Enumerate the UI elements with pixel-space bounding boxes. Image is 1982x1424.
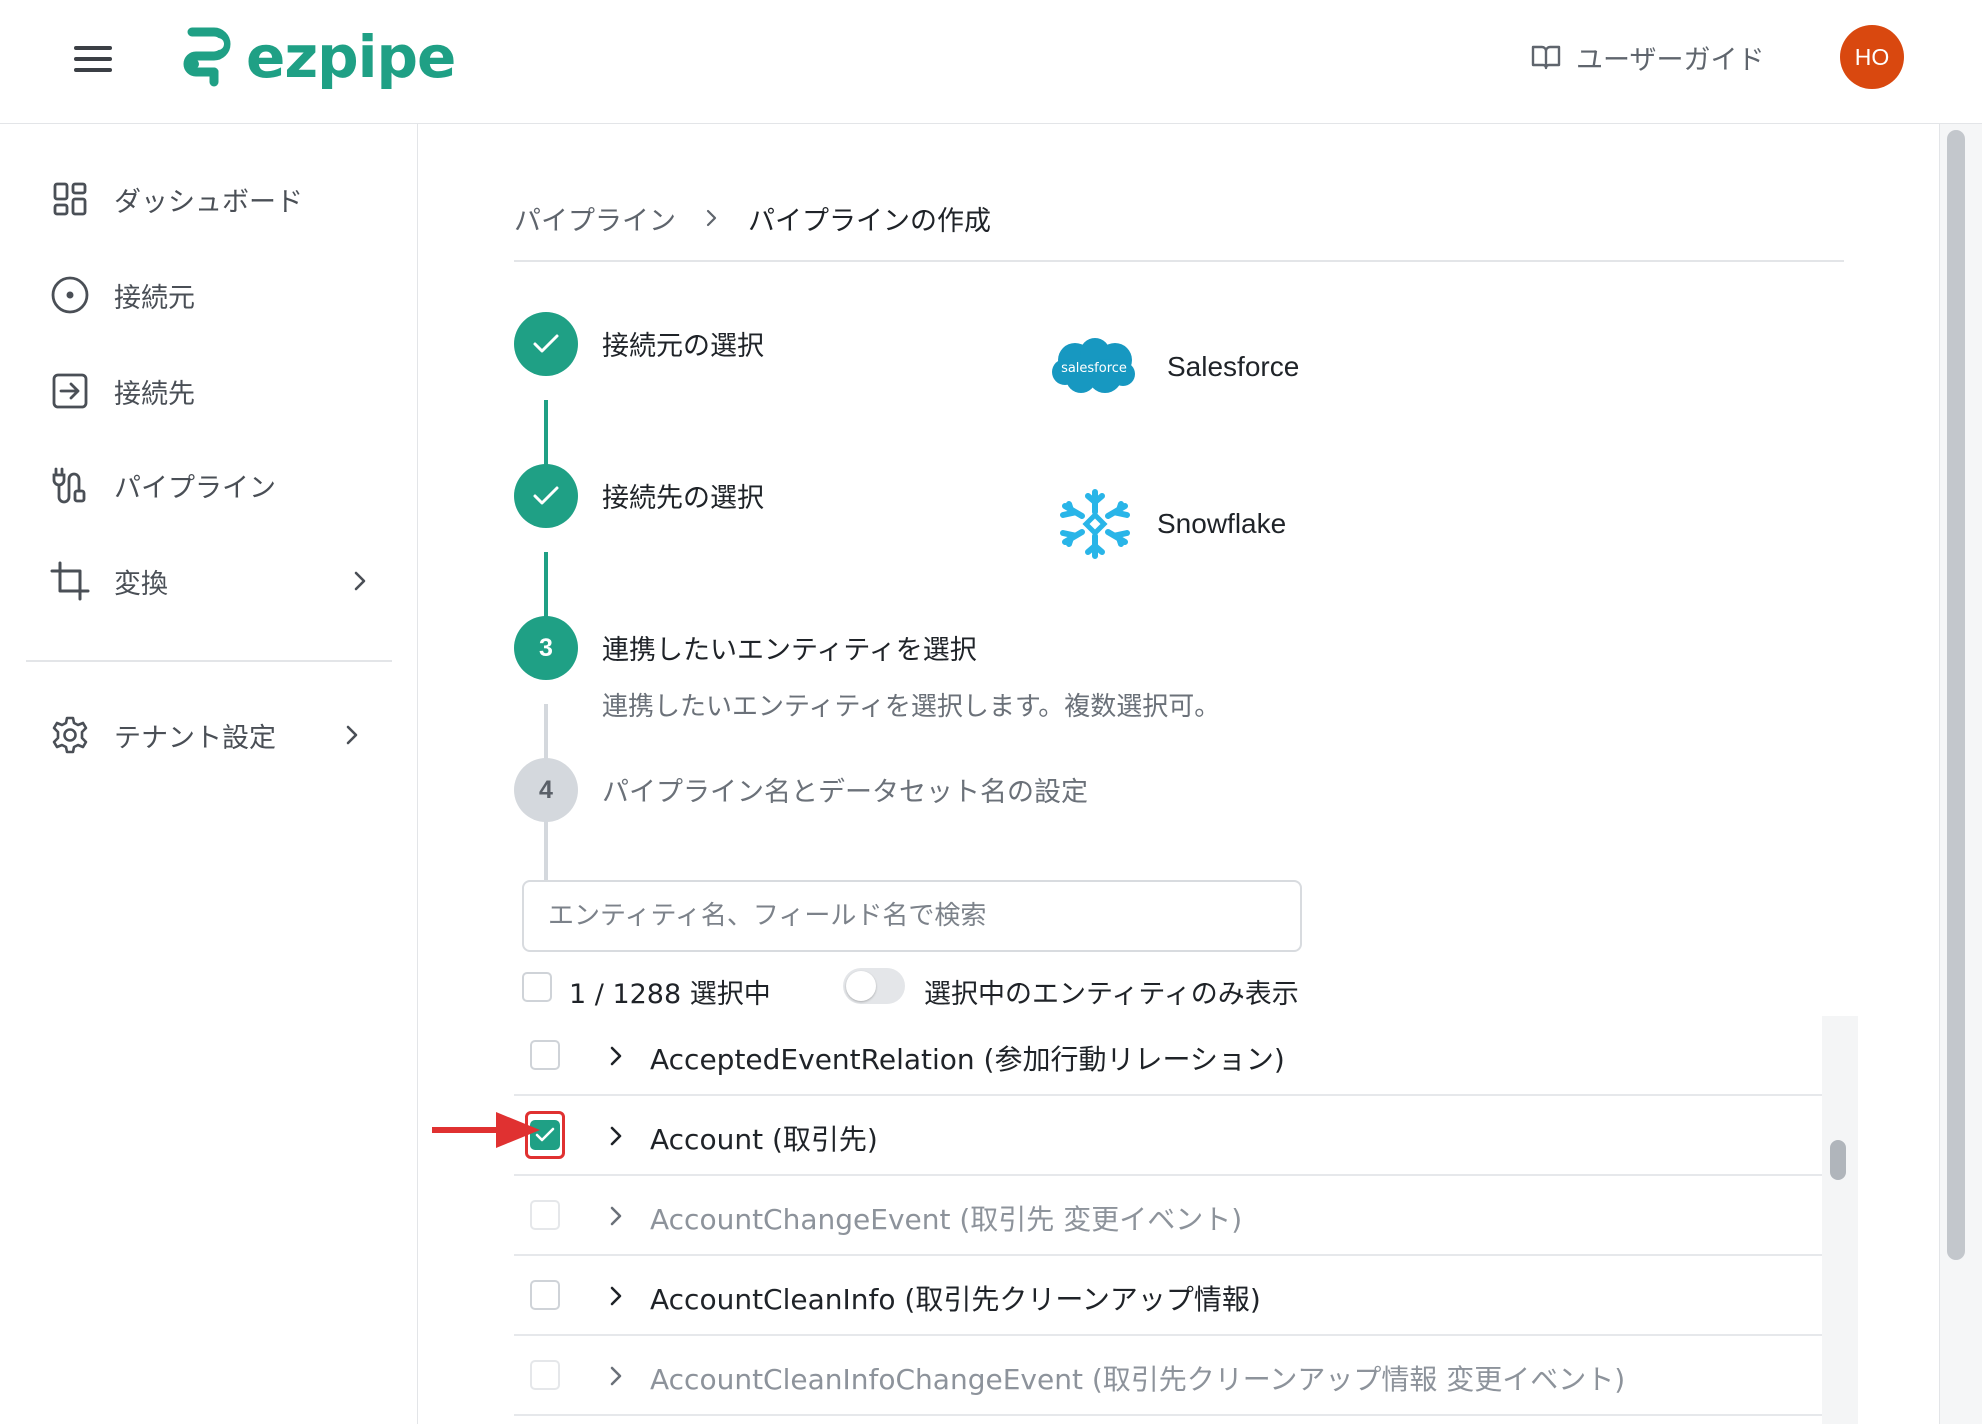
- user-guide-link[interactable]: ユーザーガイド: [1530, 36, 1764, 78]
- logo-text: ezpipe: [246, 23, 456, 91]
- entity-name: AccountCleanInfo (取引先クリーンアップ情報): [650, 1283, 1261, 1316]
- hamburger-menu-icon[interactable]: [74, 40, 112, 78]
- sidebar-item-label: ダッシュボード: [114, 186, 303, 218]
- entity-checkbox[interactable]: [530, 1200, 560, 1230]
- entity-row[interactable]: Account (取引先): [514, 1096, 1822, 1176]
- entity-search-input[interactable]: [522, 880, 1302, 952]
- chevron-right-icon[interactable]: [602, 1042, 630, 1070]
- entity-checkbox[interactable]: [530, 1360, 560, 1390]
- gear-icon: [48, 713, 92, 757]
- pipeline-icon: [48, 463, 92, 507]
- sidebar-item-pipeline[interactable]: パイプライン: [26, 452, 392, 518]
- entity-list: AcceptedEventRelation (参加行動リレーション) Accou…: [514, 1016, 1822, 1424]
- snowflake-logo: [1060, 489, 1130, 559]
- ezpipe-logo-icon: [183, 27, 231, 87]
- chevron-right-icon[interactable]: [602, 1202, 630, 1230]
- step-4-title: パイプライン名とデータセット名の設定: [602, 777, 1088, 808]
- chevron-right-icon[interactable]: [602, 1122, 630, 1150]
- sidebar-item-label: 接続元: [114, 282, 195, 314]
- destination-icon: [48, 369, 92, 413]
- user-avatar[interactable]: HO: [1840, 25, 1904, 89]
- scrollbar-thumb[interactable]: [1830, 1140, 1846, 1180]
- main-content: パイプライン パイプラインの作成 接続元の選択 salesforce Sales…: [419, 124, 1939, 1424]
- entity-row[interactable]: AcceptedEventRelation (参加行動リレーション): [514, 1016, 1822, 1096]
- entity-checkbox[interactable]: [530, 1040, 560, 1070]
- entity-name: AcceptedEventRelation (参加行動リレーション): [650, 1043, 1285, 1076]
- step-3-description: 連携したいエンティティを選択します。複数選択可。: [602, 692, 1221, 722]
- destination-connector-name: Snowflake: [1157, 508, 1287, 539]
- step-2-done-badge: [514, 464, 578, 528]
- chevron-right-icon[interactable]: [602, 1362, 630, 1390]
- entity-checkbox[interactable]: [530, 1280, 560, 1310]
- sidebar-item-tenant-settings[interactable]: テナント設定: [26, 702, 392, 768]
- entity-row[interactable]: AccountCleanInfoChangeEvent (取引先クリーンアップ情…: [514, 1336, 1822, 1416]
- chevron-right-icon: [354, 571, 366, 591]
- annotation-arrow-icon: [432, 1112, 540, 1148]
- sidebar-item-label: 接続先: [114, 378, 195, 410]
- select-all-checkbox[interactable]: [522, 972, 552, 1002]
- entity-row[interactable]: AccountChangeEvent (取引先 変更イベント): [514, 1176, 1822, 1256]
- book-icon: [1531, 45, 1561, 70]
- step-2-title: 接続先の選択: [602, 483, 764, 514]
- breadcrumb-pipeline-link[interactable]: パイプライン: [514, 199, 676, 238]
- check-icon: [533, 334, 559, 353]
- user-guide-label: ユーザーガイド: [1576, 44, 1765, 76]
- breadcrumb-current: パイプラインの作成: [748, 205, 991, 237]
- chevron-right-icon: [346, 725, 358, 745]
- step-3-title: 連携したいエンティティを選択: [602, 635, 977, 666]
- dashboard-icon: [48, 177, 92, 221]
- destination-connector: Snowflake: [1055, 488, 1286, 560]
- show-selected-only-toggle[interactable]: [843, 968, 905, 1004]
- step-3-badge: 3: [514, 616, 578, 680]
- check-icon: [533, 486, 559, 505]
- chevron-right-icon[interactable]: [602, 1282, 630, 1310]
- breadcrumb-separator-icon: [702, 207, 722, 229]
- step-4-badge: 4: [514, 758, 578, 822]
- sidebar-item-source[interactable]: 接続元: [26, 262, 392, 328]
- source-icon: [48, 273, 92, 317]
- sidebar-item-destination[interactable]: 接続先: [26, 358, 392, 424]
- sidebar-item-dashboard[interactable]: ダッシュボード: [26, 166, 392, 232]
- top-header: ezpipe ユーザーガイド HO: [0, 0, 1982, 124]
- svg-text:salesforce: salesforce: [1061, 361, 1127, 376]
- entity-list-scrollbar[interactable]: [1822, 1016, 1858, 1424]
- toggle-knob: [846, 971, 876, 1001]
- selected-count: 1 / 1288 選択中: [569, 979, 771, 1010]
- breadcrumb-divider: [514, 260, 1844, 262]
- sidebar-item-label: テナント設定: [114, 722, 276, 754]
- step-1-done-badge: [514, 312, 578, 376]
- source-connector: salesforce Salesforce: [1049, 336, 1299, 398]
- ezpipe-logo[interactable]: ezpipe: [178, 22, 456, 92]
- sidebar-divider: [26, 660, 392, 662]
- step-1-title: 接続元の選択: [602, 331, 764, 362]
- entity-name: AccountCleanInfoChangeEvent (取引先クリーンアップ情…: [650, 1363, 1626, 1396]
- sidebar-item-label: パイプライン: [114, 472, 276, 504]
- sidebar: ダッシュボード 接続元 接続先 パイプライン 変換 テナント設定: [0, 124, 418, 1424]
- source-connector-name: Salesforce: [1167, 351, 1300, 382]
- sidebar-item-label: 変換: [114, 568, 168, 600]
- scrollbar-thumb[interactable]: [1947, 130, 1965, 1260]
- page-scrollbar[interactable]: [1939, 124, 1982, 1424]
- show-selected-only-label: 選択中のエンティティのみ表示: [924, 979, 1299, 1010]
- entity-name: AccountChangeEvent (取引先 変更イベント): [650, 1203, 1243, 1236]
- crop-icon: [48, 559, 92, 603]
- entity-row[interactable]: AccountCleanInfo (取引先クリーンアップ情報): [514, 1256, 1822, 1336]
- entity-name: Account (取引先): [650, 1123, 878, 1156]
- breadcrumb: パイプライン パイプラインの作成: [514, 198, 991, 238]
- sidebar-item-transform[interactable]: 変換: [26, 548, 392, 614]
- salesforce-logo: salesforce: [1052, 338, 1135, 393]
